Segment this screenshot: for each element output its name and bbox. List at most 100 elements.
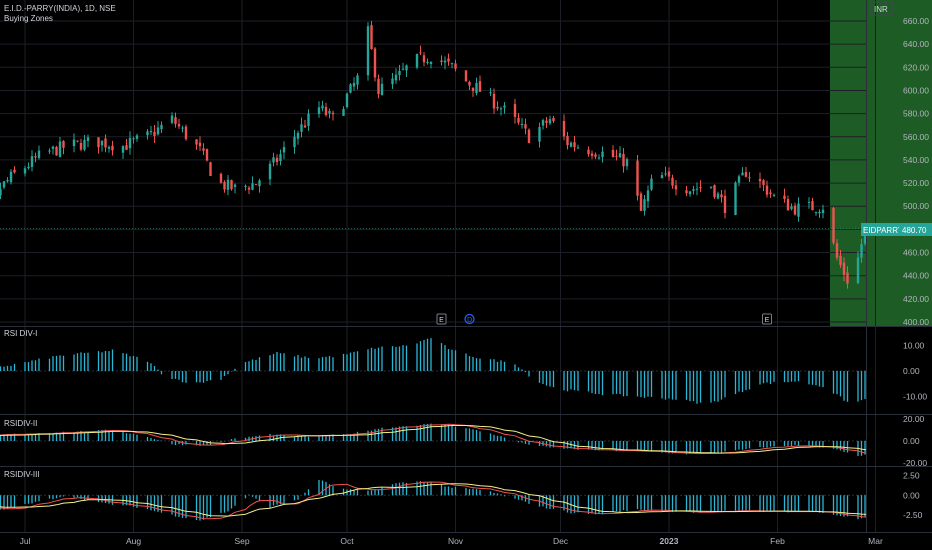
candle-body — [62, 141, 65, 148]
candle-body — [219, 173, 223, 183]
price-axis-label: 600.00 — [903, 85, 929, 95]
candle-body — [611, 149, 615, 157]
candle-body — [541, 120, 545, 126]
candle-body — [233, 184, 237, 187]
candle-body — [272, 157, 275, 163]
candle-body — [807, 201, 811, 203]
candle-body — [174, 117, 177, 125]
candle-body — [121, 146, 125, 153]
indicator-title: Buying Zones — [4, 14, 53, 23]
candle-body — [401, 68, 405, 70]
candle-body — [195, 139, 198, 145]
candle-body — [282, 147, 286, 153]
candle-body — [324, 106, 328, 116]
time-axis-label: Dec — [553, 536, 569, 546]
candle-body — [72, 139, 76, 146]
candle-body — [790, 206, 793, 209]
candle-body — [618, 153, 622, 158]
candle-body — [160, 124, 163, 130]
price-tag-ticker: EIDPARRY — [863, 226, 904, 235]
price-axis-label: 540.00 — [903, 155, 929, 165]
candle-body — [643, 199, 646, 211]
candle-body — [513, 104, 517, 117]
candle-body — [13, 169, 16, 173]
candle-body — [765, 185, 769, 195]
oscillator-axis-label: 2.50 — [903, 471, 920, 481]
pane-title-rsi-div-2: RSIDIV-II — [4, 419, 37, 428]
chart-canvas[interactable]: EEDEDEE 660.00640.00620.00600.00580.0056… — [0, 0, 932, 550]
time-axis-label: Nov — [448, 536, 464, 546]
candle-body — [198, 142, 202, 147]
candle-body — [184, 126, 188, 140]
candle-body — [786, 199, 790, 211]
time-axis-label: 2023 — [660, 536, 679, 546]
candle-body — [646, 190, 650, 202]
candle-body — [503, 105, 506, 108]
candle-body — [391, 78, 394, 85]
pane-title-rsi-div-3: RSIDIV-III — [4, 470, 40, 479]
candle-body — [342, 108, 345, 116]
time-axis-label: Mar — [868, 536, 883, 546]
candle-body — [209, 162, 212, 176]
price-axis-label: 440.00 — [903, 271, 929, 281]
price-axis-label: 660.00 — [903, 16, 929, 26]
candle-body — [226, 179, 230, 190]
candle-body — [499, 108, 503, 110]
candle-body — [716, 193, 720, 199]
candle-body — [447, 58, 450, 62]
candle-body — [405, 65, 408, 71]
candle-body — [268, 163, 272, 180]
candle-body — [100, 140, 104, 146]
candle-body — [569, 142, 573, 147]
candle-body — [394, 74, 398, 81]
candle-body — [426, 61, 429, 64]
candle-body — [835, 243, 839, 258]
candle-body — [27, 166, 30, 169]
candle-body — [37, 150, 41, 158]
candle-body — [440, 60, 443, 62]
oscillator-axis-label: 10.00 — [903, 340, 925, 350]
candle-body — [720, 194, 723, 198]
oscillator-axis-label: -2.50 — [903, 510, 923, 520]
candle-body — [772, 194, 776, 196]
candle-body — [517, 117, 520, 123]
candle-body — [797, 203, 800, 217]
candle-body — [674, 185, 678, 190]
candle-body — [132, 138, 135, 140]
candle-body — [321, 105, 324, 109]
candle-body — [104, 138, 107, 148]
candle-body — [573, 142, 576, 148]
overlay-layer: EEDEDEE — [0, 228, 866, 325]
candle-body — [254, 184, 258, 186]
candle-body — [345, 93, 349, 108]
candle-body — [128, 138, 132, 149]
candle-body — [832, 208, 835, 243]
time-axis-label: Aug — [126, 536, 141, 546]
candle-body — [821, 209, 825, 213]
candle-body — [562, 120, 566, 137]
candle-body — [860, 244, 863, 258]
earnings-marker-label: E — [439, 317, 444, 324]
price-axis-label: 460.00 — [903, 248, 929, 258]
candle-body — [86, 137, 90, 142]
candle-body — [454, 63, 457, 69]
candle-body — [356, 75, 359, 85]
candle-body — [744, 172, 748, 177]
candle-body — [594, 154, 597, 157]
candle-body — [597, 157, 601, 159]
candle-body — [230, 180, 233, 190]
candle-body — [202, 148, 205, 151]
candle-body — [317, 107, 321, 114]
candle-body — [793, 205, 797, 215]
candle-body — [377, 78, 380, 94]
candle-body — [783, 195, 786, 199]
time-axis-label: Jul — [20, 536, 31, 546]
candle-body — [307, 113, 310, 126]
candle-body — [492, 93, 496, 109]
candle-body — [79, 142, 83, 150]
candle-body — [331, 112, 335, 115]
price-axis-label: 420.00 — [903, 294, 929, 304]
oscillator-axis-label: 0.00 — [903, 490, 920, 500]
candle-body — [471, 87, 475, 92]
candle-body — [475, 83, 478, 94]
